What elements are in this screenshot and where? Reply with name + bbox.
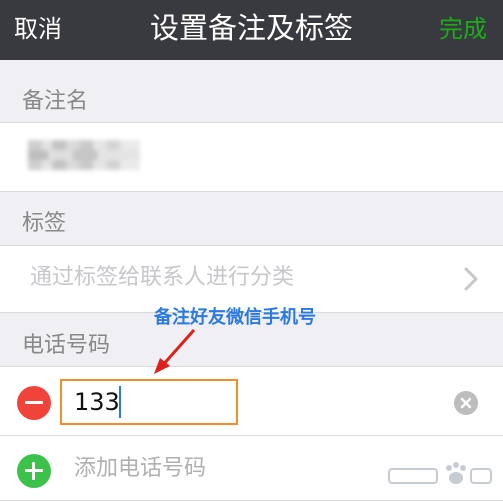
navigation-bar: 取消 设置备注及标签 完成 [0, 0, 503, 60]
chevron-right-icon [464, 267, 478, 291]
clear-phone-button[interactable] [454, 391, 478, 415]
tags-placeholder: 通过标签给联系人进行分类 [30, 265, 295, 290]
baidu-watermark-logo [388, 462, 492, 484]
done-button[interactable]: 完成 [439, 14, 487, 44]
tags-section-header: 标签 [22, 211, 67, 236]
add-phone-label[interactable]: 添加电话号码 [74, 455, 206, 483]
phone-number-input[interactable]: 133 [60, 379, 238, 425]
phone-section-header: 电话号码 [22, 333, 111, 358]
page-title: 设置备注及标签 [149, 11, 353, 45]
phone-number-value: 133 [74, 388, 120, 416]
phone-row-divider [0, 435, 503, 436]
blurred-remark-name [28, 140, 140, 170]
add-phone-button[interactable] [17, 454, 51, 488]
clear-x-icon [460, 397, 472, 409]
remark-section-header: 备注名 [22, 89, 89, 114]
delete-phone-button[interactable] [17, 386, 51, 420]
text-caret [119, 386, 121, 418]
annotation-arrow-icon [154, 329, 196, 374]
